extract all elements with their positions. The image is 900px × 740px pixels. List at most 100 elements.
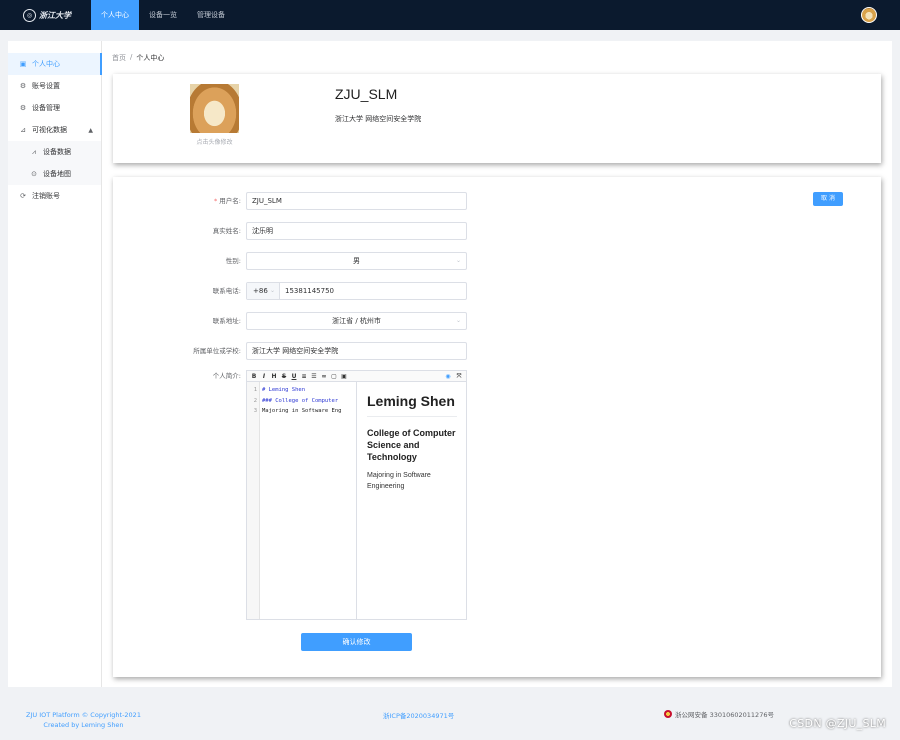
phone-row: 联系电话: +86 ⌄ 15381145750 bbox=[113, 282, 881, 300]
police-emblem-icon bbox=[664, 710, 672, 718]
image-icon[interactable]: ▣ bbox=[341, 373, 347, 380]
link-icon[interactable]: ∞ bbox=[321, 373, 327, 380]
line-number: 3 bbox=[253, 408, 257, 414]
sidebar: ▣ 个人中心 ⚙ 账号设置 ⚙ 设备管理 ⊿ 可视化数据 ▲ ⩘ 设备数据 ⊙ … bbox=[8, 41, 102, 687]
logout-icon: ⟳ bbox=[20, 192, 26, 200]
profile-card: 点击头像修改 ZJU_SLM 浙江大学 网络空间安全学院 bbox=[113, 74, 881, 163]
table-icon[interactable]: ▢ bbox=[331, 373, 337, 380]
username-label-text: 用户名: bbox=[219, 197, 241, 205]
sidebar-item-label: 账号设置 bbox=[32, 82, 60, 90]
avatar-hint: 点击头像修改 bbox=[196, 139, 233, 146]
main-shell: ▣ 个人中心 ⚙ 账号设置 ⚙ 设备管理 ⊿ 可视化数据 ▲ ⩘ 设备数据 ⊙ … bbox=[8, 41, 892, 687]
edit-profile-form: 取 消 * 用户名: ZJU_SLM 真实姓名: 沈乐明 性别: 男 ⌄ 联系电话… bbox=[113, 177, 881, 677]
preview-eye-icon[interactable]: ◉ bbox=[445, 373, 451, 380]
csdn-watermark: CSDN @ZJU_SLM bbox=[789, 717, 886, 730]
device-gear-icon: ⚙ bbox=[19, 104, 27, 112]
editor-body: 1 2 3 # Leming Shen ### College of Compu… bbox=[247, 382, 466, 619]
police-record-text: 浙公网安备 33010602011276号 bbox=[675, 711, 774, 719]
realname-label: 真实姓名: bbox=[212, 227, 241, 235]
sidebar-item-label: 设备管理 bbox=[32, 104, 60, 112]
username-label: * 用户名: bbox=[214, 192, 241, 210]
code-line: # Leming Shen bbox=[262, 387, 306, 393]
line-number-gutter: 1 2 3 bbox=[247, 382, 260, 619]
org-input[interactable]: 浙江大学 网络空间安全学院 bbox=[246, 342, 467, 360]
code-line: ### College of Computer bbox=[262, 397, 339, 404]
line-number: 2 bbox=[253, 397, 257, 404]
icp-link[interactable]: 浙ICP备2020034971号 bbox=[383, 710, 454, 720]
sidebar-item-logout[interactable]: ⟳ 注销账号 bbox=[8, 185, 101, 207]
footer-copyright: ZJU IOT Platform © Copyright-2021 Create… bbox=[26, 710, 141, 730]
chevron-up-icon: ▲ bbox=[88, 126, 93, 134]
footer: ZJU IOT Platform © Copyright-2021 Create… bbox=[0, 687, 900, 740]
copyright-text: ZJU IOT Platform © Copyright-2021 bbox=[26, 711, 141, 719]
gender-label: 性别: bbox=[225, 257, 241, 265]
sidebar-item-label: 可视化数据 bbox=[32, 126, 67, 134]
org-row: 所属单位或学校: 浙江大学 网络空间安全学院 bbox=[113, 342, 881, 360]
code-textarea[interactable]: # Leming Shen ### College of Computer Ma… bbox=[260, 382, 357, 619]
profile-username: ZJU_SLM bbox=[335, 86, 398, 102]
chevron-down-icon: ⌄ bbox=[269, 287, 275, 294]
gear-icon: ⚙ bbox=[19, 82, 27, 90]
profile-school: 浙江大学 网络空间安全学院 bbox=[335, 115, 422, 123]
gender-select[interactable]: 男 ⌄ bbox=[246, 252, 467, 270]
strikethrough-icon[interactable]: S bbox=[281, 373, 287, 380]
markdown-preview: Leming Shen College of Computer Science … bbox=[357, 382, 466, 619]
top-navbar: ◎ 浙江大学 个人中心 设备一览 管理设备 bbox=[0, 0, 900, 30]
logo-text: 浙江大学 bbox=[39, 9, 71, 20]
user-card-icon: ▣ bbox=[19, 60, 27, 68]
user-avatar[interactable] bbox=[861, 7, 877, 23]
university-logo[interactable]: ◎ 浙江大学 bbox=[23, 7, 85, 23]
nav-manage-devices[interactable]: 管理设备 bbox=[187, 0, 235, 30]
realname-row: 真实姓名: 沈乐明 bbox=[113, 222, 881, 240]
nav-personal-center[interactable]: 个人中心 bbox=[91, 0, 139, 30]
police-record[interactable]: 浙公网安备 33010602011276号 bbox=[664, 709, 774, 719]
italic-icon[interactable]: I bbox=[261, 373, 267, 380]
data-chart-icon: ⩘ bbox=[32, 147, 36, 156]
address-cascader[interactable]: 浙江省 / 杭州市 ⌄ bbox=[246, 312, 467, 330]
bold-icon[interactable]: B bbox=[251, 373, 257, 380]
phone-input[interactable]: 15381145750 bbox=[285, 283, 334, 299]
ordered-list-icon[interactable]: ≡ bbox=[301, 373, 307, 380]
breadcrumb-separator: / bbox=[130, 53, 133, 61]
intro-label: 个人简介: bbox=[212, 372, 241, 380]
confirm-edit-button[interactable]: 确认修改 bbox=[301, 633, 412, 651]
username-input[interactable]: ZJU_SLM bbox=[246, 192, 467, 210]
preview-heading-1: Leming Shen bbox=[367, 392, 457, 417]
realname-input[interactable]: 沈乐明 bbox=[246, 222, 467, 240]
sidebar-item-label: 个人中心 bbox=[32, 60, 60, 68]
preview-heading-3: College of Computer Science and Technolo… bbox=[367, 428, 456, 462]
chevron-down-icon: ⌄ bbox=[455, 257, 461, 264]
gender-row: 性别: 男 ⌄ bbox=[113, 252, 881, 270]
phone-prefix-select[interactable]: +86 ⌄ bbox=[247, 283, 280, 299]
fullscreen-icon[interactable]: ⤧ bbox=[456, 373, 462, 381]
preview-paragraph: Majoring in Software Engineering bbox=[367, 472, 431, 490]
sidebar-item-device-management[interactable]: ⚙ 设备管理 bbox=[8, 97, 101, 119]
markdown-editor: B I H S U ≡ ☰ ∞ ▢ ▣ ◉ ⤧ 1 2 3 # Leming S… bbox=[246, 370, 467, 620]
profile-avatar[interactable] bbox=[190, 84, 239, 133]
phone-input-group: +86 ⌄ 15381145750 bbox=[246, 282, 467, 300]
unordered-list-icon[interactable]: ☰ bbox=[311, 373, 317, 380]
address-row: 联系地址: 浙江省 / 杭州市 ⌄ bbox=[113, 312, 881, 330]
sidebar-item-visualization[interactable]: ⊿ 可视化数据 ▲ bbox=[8, 119, 101, 141]
map-pin-icon: ⊙ bbox=[31, 170, 37, 178]
intro-row: 个人简介: bbox=[113, 370, 881, 382]
breadcrumb-home[interactable]: 首页 bbox=[112, 53, 126, 63]
gender-value: 男 bbox=[353, 257, 360, 265]
chevron-down-icon: ⌄ bbox=[455, 317, 461, 324]
phone-prefix-value: +86 bbox=[253, 287, 268, 295]
editor-toolbar-right: ◉ ⤧ bbox=[445, 371, 462, 382]
sidebar-item-label: 设备地图 bbox=[43, 170, 71, 178]
sidebar-item-device-map[interactable]: ⊙ 设备地图 bbox=[8, 163, 101, 185]
nav-device-overview[interactable]: 设备一览 bbox=[139, 0, 187, 30]
underline-icon[interactable]: U bbox=[291, 373, 297, 380]
username-row: * 用户名: ZJU_SLM bbox=[113, 192, 881, 210]
sidebar-item-personal-center[interactable]: ▣ 个人中心 bbox=[8, 53, 102, 75]
breadcrumb-current: 个人中心 bbox=[136, 54, 165, 62]
phone-label: 联系电话: bbox=[212, 287, 241, 295]
sidebar-item-device-data[interactable]: ⩘ 设备数据 bbox=[8, 141, 101, 163]
address-label: 联系地址: bbox=[212, 317, 241, 325]
breadcrumb: 首页 / 个人中心 bbox=[112, 53, 164, 63]
heading-icon[interactable]: H bbox=[271, 373, 277, 380]
sidebar-item-label: 注销账号 bbox=[32, 192, 60, 200]
sidebar-item-account-settings[interactable]: ⚙ 账号设置 bbox=[8, 75, 101, 97]
